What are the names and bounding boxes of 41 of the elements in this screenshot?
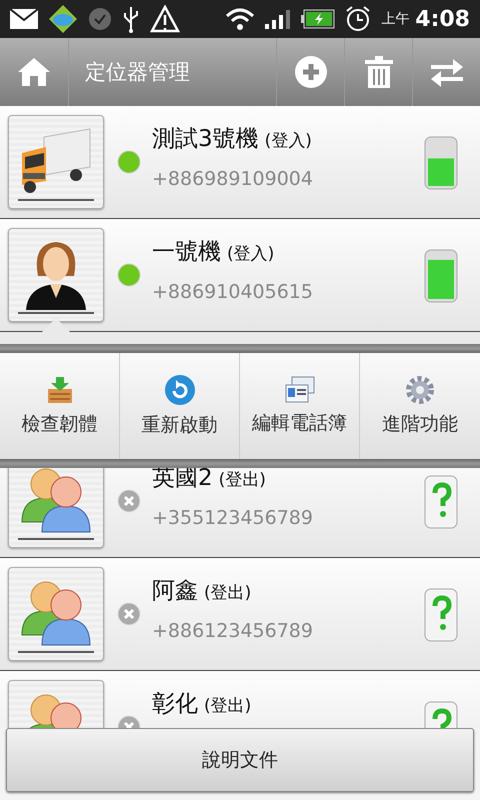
avatar-thumbnail[interactable] [8,115,104,209]
mail-icon [10,9,38,29]
phone-number: +886910405615 [152,281,314,303]
unknown-battery-icon [424,586,458,642]
phone-number: +886989109004 [152,168,314,190]
login-state: (登出) [218,469,266,491]
wifi-icon [225,7,256,31]
chat-check-icon [88,7,112,31]
contact-card-icon [284,376,316,404]
usb-icon [122,5,140,33]
add-icon [294,56,326,88]
login-state: (登出) [204,582,252,604]
home-icon [17,57,51,87]
device-name: 一號機 [152,238,221,267]
warning-icon [150,5,180,33]
cloud-icon [48,4,78,34]
device-name: 阿鑫 [152,577,198,606]
menu-item[interactable]: 進階功能 [360,353,480,459]
phone-number: +886123456789 [152,620,314,642]
device-name: 測試3號機 [152,125,259,154]
trash-icon [364,56,392,88]
device-name: 彰化 [152,690,198,719]
avatar-thumbnail[interactable] [8,567,104,661]
battery-icon [424,134,458,190]
login-state: (登入) [227,243,274,265]
battery-icon [424,247,458,303]
unknown-battery-icon [424,473,458,529]
login-state: (登入) [264,130,312,152]
battery-charging-icon [301,9,336,29]
help-button[interactable]: 說明文件 [6,728,474,792]
swap-arrows-icon [430,57,462,87]
alarm-clock-icon [345,5,372,33]
gear-icon [405,375,435,405]
clock-time: 4:08 [415,6,470,32]
phone-number: +355123456789 [152,507,314,529]
avatar-thumbnail[interactable] [8,228,104,322]
login-state: (登出) [204,695,252,717]
inbox-icon [46,375,74,405]
refresh-icon [164,374,196,406]
clock-period: 上午 [381,10,410,28]
signal-icon [265,9,292,29]
